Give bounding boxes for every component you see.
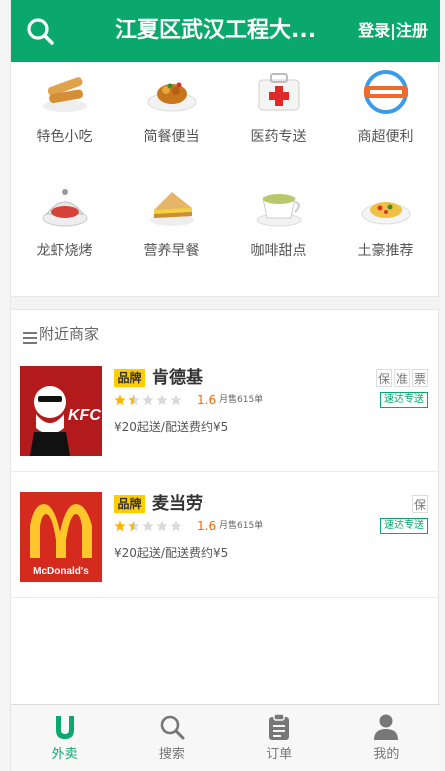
search-icon xyxy=(160,715,185,740)
kfc-logo: KFC xyxy=(20,366,102,456)
delivery-badge: 速达专送 xyxy=(380,392,428,408)
star-empty-icon xyxy=(170,394,182,406)
location-title[interactable]: 江夏区武汉工程大... xyxy=(115,14,335,48)
login-register: 登录|注册 xyxy=(358,18,428,44)
tab-search[interactable]: 搜索 xyxy=(118,705,225,771)
app-frame: 江夏区武汉工程大... 登录|注册 特色小吃 简餐便当 医药专送 商超便利 龙虾… xyxy=(10,0,440,771)
shop-card-kfc[interactable]: KFC 品牌 肯德基 保 准 票 1.6 月售615单 速达专送 ¥20起送/配… xyxy=(11,346,440,472)
tab-label: 订单 xyxy=(266,747,293,762)
nearby-title-text: 附近商家 xyxy=(39,325,100,343)
shop-card-mcdonalds[interactable]: McDonald's 品牌 麦当劳 保 1.6 月售615单 速达专送 ¥20起… xyxy=(11,472,440,598)
category-label: 土豪推荐 xyxy=(357,243,414,259)
star-half-icon xyxy=(128,394,140,406)
shop-fee-info: ¥20起送/配送费约¥5 xyxy=(114,420,229,434)
bento-icon xyxy=(147,82,197,112)
star-rating xyxy=(114,520,182,534)
pasta-icon xyxy=(361,202,411,225)
bottom-tab-bar: 外卖 搜索 订单 我的 xyxy=(11,704,440,771)
brand-badge: 品牌 xyxy=(114,495,145,513)
shop-tags: 保 准 票 xyxy=(376,369,428,387)
mcdonalds-logo: McDonald's xyxy=(20,492,102,582)
category-lobster[interactable]: 龙虾烧烤 xyxy=(11,176,118,288)
monthly-sales: 月售615单 xyxy=(219,395,264,405)
tab-profile[interactable]: 我的 xyxy=(333,705,440,771)
star-empty-icon xyxy=(156,520,168,532)
monthly-sales: 月售615单 xyxy=(219,521,264,531)
shop-name: 肯德基 xyxy=(152,368,203,388)
category-breakfast[interactable]: 营养早餐 xyxy=(118,176,225,288)
category-label: 商超便利 xyxy=(357,129,414,145)
category-snacks[interactable]: 特色小吃 xyxy=(11,62,118,174)
shop-name: 麦当劳 xyxy=(152,494,203,514)
delivery-badge: 速达专送 xyxy=(380,518,428,534)
list-icon xyxy=(23,328,37,344)
category-recommend[interactable]: 土豪推荐 xyxy=(332,176,439,288)
star-full-icon xyxy=(114,394,126,406)
star-empty-icon xyxy=(170,520,182,532)
search-icon[interactable] xyxy=(23,14,59,50)
tab-label: 外卖 xyxy=(51,747,78,762)
shop-tag: 准 xyxy=(394,369,410,387)
star-rating xyxy=(114,394,182,408)
category-coffee[interactable]: 咖啡甜点 xyxy=(225,176,332,288)
shop-tag: 票 xyxy=(412,369,428,387)
coffee-icon xyxy=(256,194,302,227)
category-label: 特色小吃 xyxy=(36,129,93,145)
spring-roll-icon xyxy=(43,77,87,112)
category-grid: 特色小吃 简餐便当 医药专送 商超便利 龙虾烧烤 营养早餐 咖啡甜点 土豪推荐 xyxy=(11,62,440,296)
category-supermarket[interactable]: 商超便利 xyxy=(332,62,439,174)
brand-badge: 品牌 xyxy=(114,369,145,387)
star-empty-icon xyxy=(142,394,154,406)
shop-tag: 保 xyxy=(412,495,428,513)
category-medicine[interactable]: 医药专送 xyxy=(225,62,332,174)
category-label: 医药专送 xyxy=(250,129,307,145)
category-bento[interactable]: 简餐便当 xyxy=(118,62,225,174)
category-label: 咖啡甜点 xyxy=(250,243,307,259)
rating-value: 1.6 xyxy=(197,393,217,407)
login-link[interactable]: 登录 xyxy=(358,21,390,40)
star-empty-icon xyxy=(142,520,154,532)
tab-orders[interactable]: 订单 xyxy=(226,705,333,771)
star-empty-icon xyxy=(156,394,168,406)
user-icon xyxy=(374,714,399,740)
sandwich-icon xyxy=(150,192,194,226)
takeout-icon xyxy=(55,716,74,739)
tab-label: 我的 xyxy=(373,747,400,762)
section-divider xyxy=(11,296,440,310)
category-label: 龙虾烧烤 xyxy=(36,243,93,259)
mcdonalds-logo-text: McDonald's xyxy=(33,566,89,577)
tab-label: 搜索 xyxy=(158,747,185,762)
category-label: 简餐便当 xyxy=(143,129,200,145)
rating-value: 1.6 xyxy=(197,519,217,533)
shop-tags: 保 xyxy=(412,495,428,513)
nearby-heading: 附近商家 xyxy=(23,322,99,346)
register-link[interactable]: 注册 xyxy=(396,21,428,40)
kfc-logo-text: KFC xyxy=(68,407,101,424)
tab-takeout[interactable]: 外卖 xyxy=(11,705,118,771)
star-half-icon xyxy=(128,520,140,532)
supermarket-delivery-icon xyxy=(364,70,408,114)
lobster-icon xyxy=(42,189,88,227)
shop-fee-info: ¥20起送/配送费约¥5 xyxy=(114,546,229,560)
top-header: 江夏区武汉工程大... 登录|注册 xyxy=(11,0,440,62)
order-icon xyxy=(269,713,290,740)
category-label: 营养早餐 xyxy=(143,243,200,259)
shop-tag: 保 xyxy=(376,369,392,387)
medicine-box-icon xyxy=(258,73,300,111)
star-full-icon xyxy=(114,520,126,532)
